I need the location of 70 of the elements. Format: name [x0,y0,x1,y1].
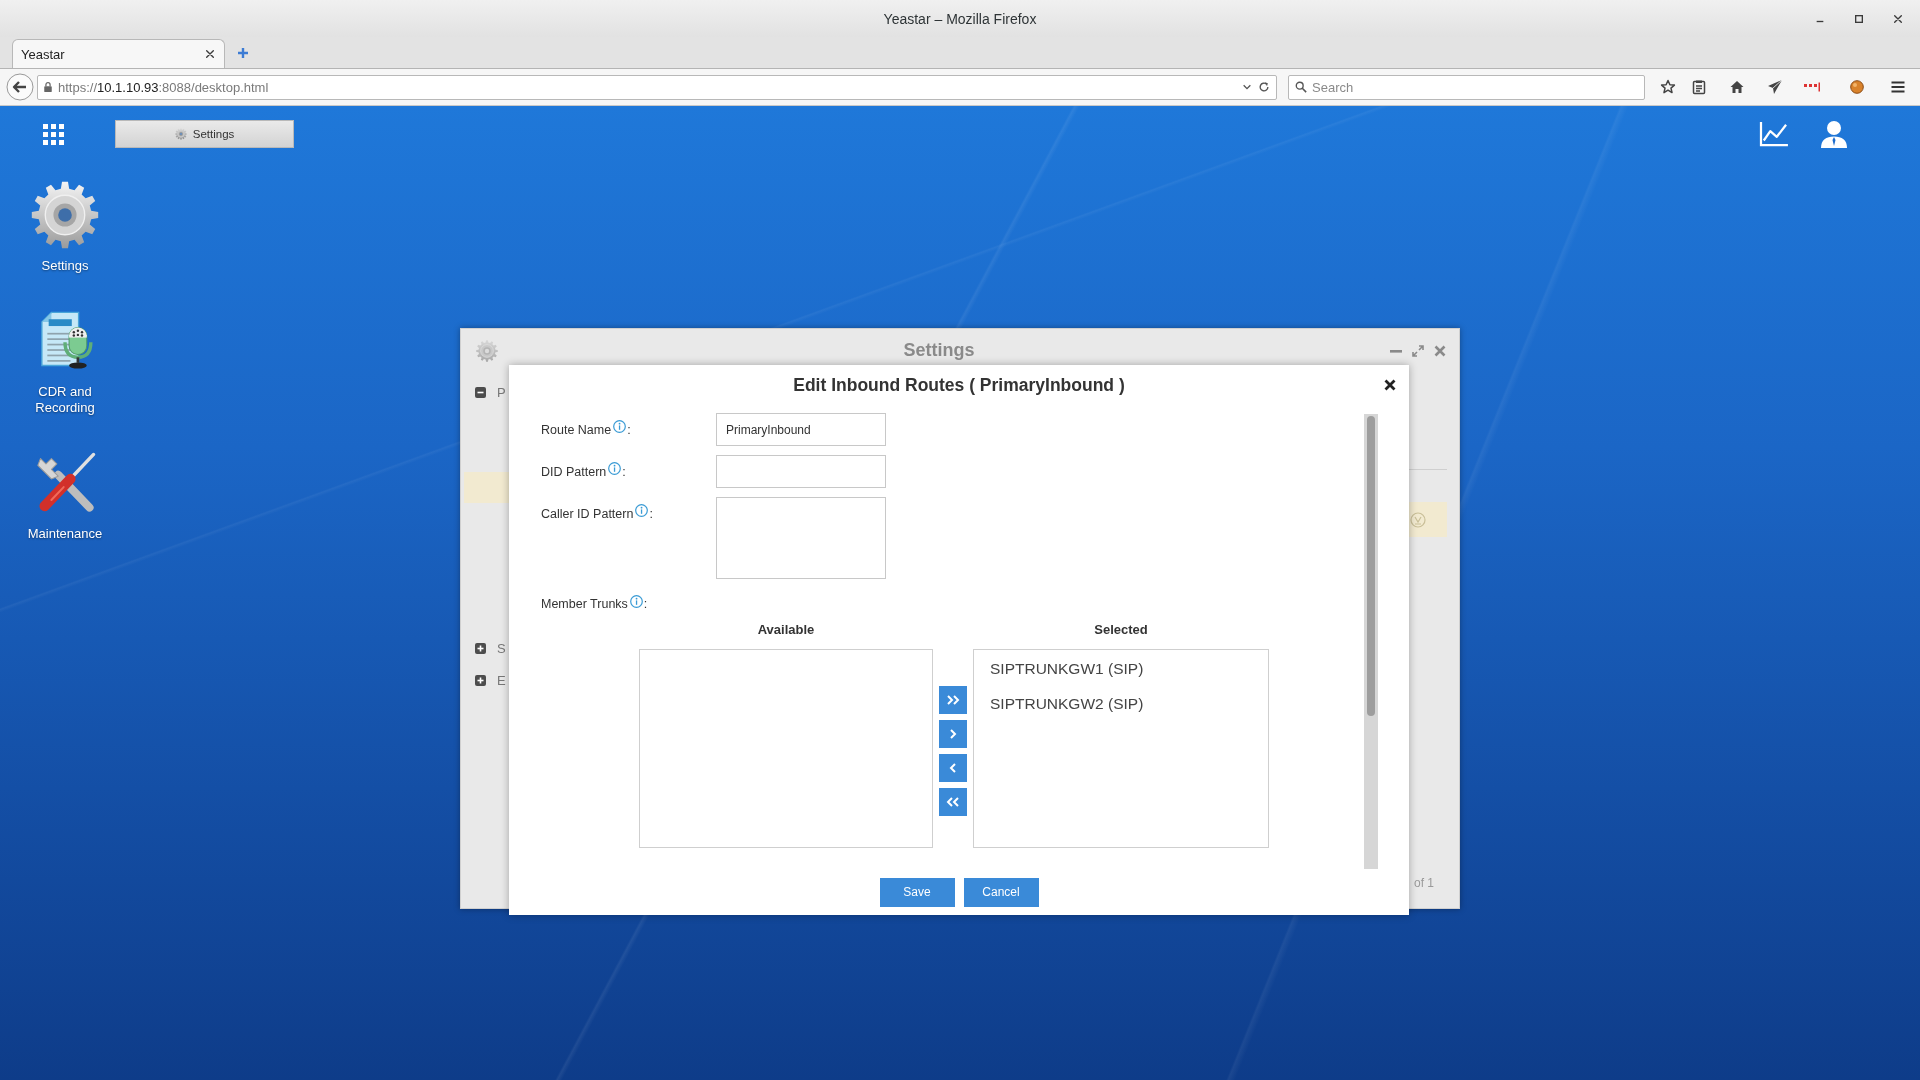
double-chevron-right-icon [946,693,960,707]
home-icon[interactable] [1729,79,1745,95]
browser-tab[interactable]: Yeastar [12,39,225,68]
grid-icon[interactable] [43,123,64,145]
close-icon[interactable] [1893,13,1903,24]
back-icon[interactable] [6,73,34,101]
list-item[interactable]: SIPTRUNKGW2 (SIP) [990,686,1144,721]
window-title: Settings [903,340,975,361]
text-field[interactable] [716,455,886,488]
scrollbar-thumb[interactable] [1367,416,1375,716]
column-heading: Available [756,621,816,639]
label-colon: : [622,464,626,479]
shortcut-label[interactable]: Maintenance [27,526,103,542]
search-icon [1295,80,1307,93]
star-icon[interactable] [1660,79,1676,95]
gear-icon[interactable] [31,181,99,249]
line-chart-icon[interactable] [1759,121,1789,147]
text-field[interactable]: PrimaryInbound [716,413,886,446]
info-icon[interactable] [608,462,622,475]
remove-button[interactable] [939,754,967,782]
url-text: https://10.1.10.93:8088/desktop.html [58,79,270,95]
window-title: Yeastar – Mozilla Firefox [883,10,1037,27]
user-icon[interactable] [1821,120,1847,148]
cancel-button[interactable]: Cancel [963,877,1039,907]
field-label: DID Pattern [541,464,607,479]
dialog-title: Edit Inbound Routes ( PrimaryInbound ) [793,374,1125,396]
field-label: Route Name [541,422,612,437]
double-chevron-left-icon [946,795,960,809]
maximize-icon[interactable] [1854,13,1864,24]
field-label: Caller ID Pattern [541,506,634,521]
field-label: Member Trunks [541,597,628,611]
menu-icon[interactable] [1890,79,1906,95]
close-icon[interactable] [205,49,215,59]
info-icon[interactable] [613,420,627,433]
tree-item[interactable]: E [461,670,506,690]
clipboard-icon[interactable] [1691,79,1707,95]
add-button[interactable] [939,720,967,748]
paper-plane-icon[interactable] [1767,79,1783,95]
scrollbar[interactable] [1364,414,1378,869]
tree-item[interactable]: P [461,382,506,402]
dots-icon[interactable] [1803,82,1821,92]
add-all-button[interactable] [939,686,967,714]
shortcut-label[interactable]: Settings [41,258,89,274]
selected-list[interactable]: SIPTRUNKGW1 (SIP) SIPTRUNKGW2 (SIP) [973,649,1269,848]
column-heading: Selected [1093,621,1149,639]
taskbar-item[interactable]: Settings [115,120,294,148]
url-field[interactable]: https://10.1.10.93:8088/desktop.html [37,74,1277,100]
label-colon: : [649,506,653,521]
gear-icon [174,128,187,140]
info-icon[interactable] [635,504,649,517]
reload-icon[interactable] [1258,81,1270,93]
search-field[interactable]: Search [1288,74,1645,100]
label-colon: : [627,422,631,437]
tree-item[interactable]: S [461,638,506,658]
lock-icon [43,81,53,93]
expand-icon[interactable] [475,642,486,654]
pager-text: of 1 [1414,876,1435,890]
ball-icon[interactable] [1850,80,1864,94]
close-icon[interactable] [1384,379,1396,391]
collapse-icon[interactable] [475,386,486,398]
save-button[interactable]: Save [879,877,955,907]
caret-icon[interactable] [1242,82,1252,92]
shortcut-label[interactable]: CDR and Recording [17,384,113,416]
list-item[interactable]: SIPTRUNKGW1 (SIP) [990,651,1144,686]
info-icon[interactable] [629,594,643,608]
new-tab-icon[interactable] [237,47,249,59]
label-colon: : [643,597,648,611]
remove-all-button[interactable] [939,788,967,816]
gear-icon [476,339,498,362]
expand-icon[interactable] [475,674,486,686]
